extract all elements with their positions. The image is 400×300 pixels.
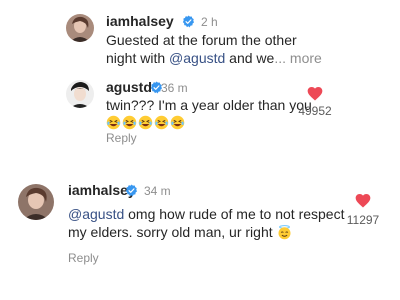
comment-text: twin??? I'm a year older than you [106,97,312,113]
comment-text: my elders. sorry old man, ur right [68,224,273,240]
more-link[interactable]: ... more [274,50,321,66]
comment-text-line: @agustd omg how rude of me to not respec… [68,205,344,223]
comment-timestamp: 2 h [201,15,218,29]
laughing-emoji-icon [170,115,185,130]
emoji-row [106,113,186,131]
laughing-emoji-icon [154,115,169,130]
heart-icon[interactable] [355,193,371,208]
verified-badge-icon [125,184,138,197]
laughing-emoji-icon [106,115,121,130]
comment-text-line: twin??? I'm a year older than you [106,96,312,114]
comment-text-line: Guested at the forum the other [106,31,297,49]
comments-thread: iamhalsey 2 h Guested at the forum the o… [0,0,400,300]
comment-text: omg how rude of me to not respect [124,206,345,222]
mention-link[interactable]: @agustd [68,206,124,222]
comment-timestamp: 36 m [161,81,188,95]
heart-icon[interactable] [307,86,323,101]
laughing-emoji-icon [122,115,137,130]
reply-button[interactable]: Reply [106,131,137,145]
comment-username[interactable]: iamhalsey [106,13,174,29]
mention-link[interactable]: @agustd [169,50,225,66]
comment-text: and we [225,50,275,66]
reply-button[interactable]: Reply [68,251,99,265]
halo-emoji-icon [278,225,291,240]
comment-text-line: night with @agustd and we... more [106,49,322,67]
verified-badge-icon [182,15,195,28]
avatar-agustd[interactable] [66,80,94,108]
laughing-emoji-icon [138,115,153,130]
comment-text: Guested at the forum the other [106,32,297,48]
comment-text-line: my elders. sorry old man, ur right [68,223,293,241]
comment-username[interactable]: agustd [106,79,152,95]
like-count: 49952 [298,104,332,118]
avatar-iamhalsey-2[interactable] [18,184,54,220]
comment-timestamp: 34 m [144,184,171,198]
avatar-iamhalsey-1[interactable] [66,14,94,42]
comment-text: night with [106,50,170,66]
like-count: 11297 [346,213,380,227]
